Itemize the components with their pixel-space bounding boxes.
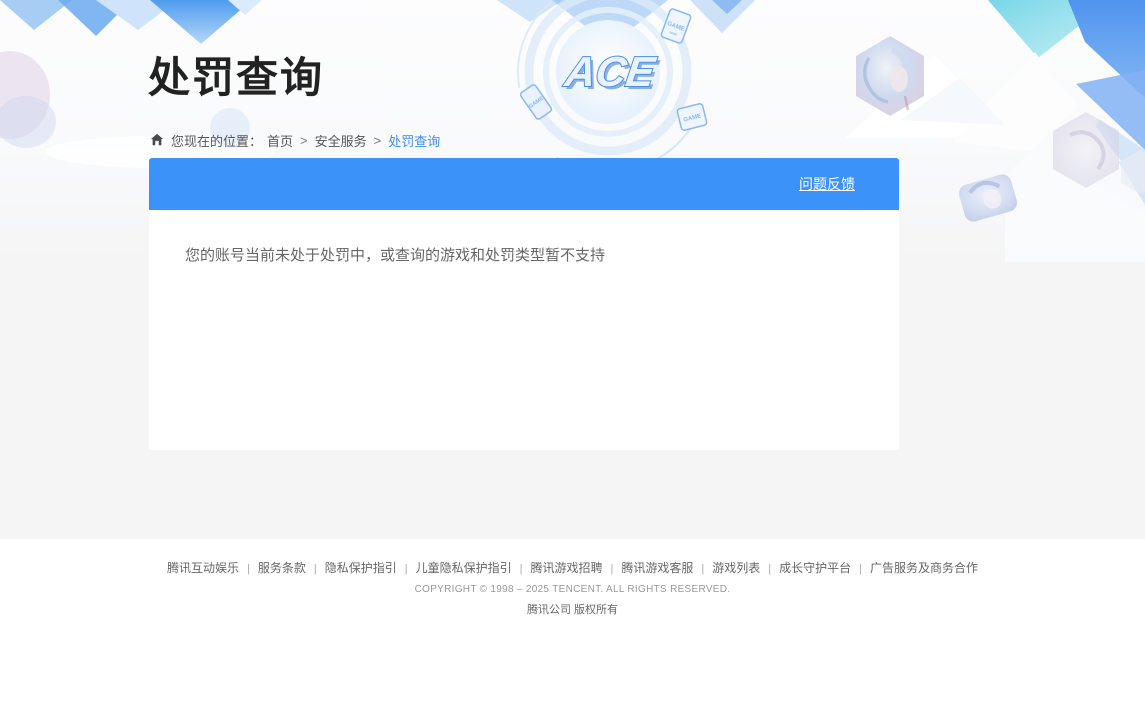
banner-crystals-left — [0, 0, 262, 44]
page: ACE ACE GAME GAME GAME — [0, 0, 1145, 702]
breadcrumb-current-page: 处罚查询 — [388, 131, 440, 150]
footer: 腾讯互动娱乐 | 服务条款 | 隐私保护指引 | 儿童隐私保护指引 | 腾讯游戏招聘 | 腾讯游戏客… — [0, 539, 1145, 702]
footer-separator: | — [314, 563, 317, 575]
footer-link-ads-business[interactable]: 广告服务及商务合作 — [870, 561, 978, 575]
panel-body: 您的账号当前未处于处罚中，或查询的游戏和处罚类型暂不支持 — [149, 210, 899, 450]
footer-separator: | — [768, 563, 771, 575]
punishment-query-panel: 问题反馈 您的账号当前未处于处罚中，或查询的游戏和处罚类型暂不支持 — [149, 158, 899, 450]
footer-link-tencent-games[interactable]: 腾讯互动娱乐 — [167, 561, 239, 575]
footer-links: 腾讯互动娱乐 | 服务条款 | 隐私保护指引 | 儿童隐私保护指引 | 腾讯游戏招聘 | 腾讯游戏客… — [0, 559, 1145, 576]
breadcrumb-security-service-link[interactable]: 安全服务 — [315, 131, 367, 150]
ace-logo-text: ACE — [561, 48, 659, 95]
footer-link-guardian-platform[interactable]: 成长守护平台 — [779, 561, 851, 575]
footer-separator: | — [520, 563, 523, 575]
footer-separator: | — [701, 563, 704, 575]
footer-copyright: COPYRIGHT © 1998 – 2025 TENCENT. ALL RIG… — [0, 584, 1145, 595]
footer-separator: | — [405, 563, 408, 575]
feedback-link[interactable]: 问题反馈 — [799, 174, 855, 194]
footer-link-terms-of-service[interactable]: 服务条款 — [258, 561, 306, 575]
breadcrumb-prefix: 您现在的位置： — [171, 131, 262, 150]
breadcrumb-separator: > — [300, 133, 308, 148]
footer-link-privacy-policy[interactable]: 隐私保护指引 — [325, 561, 397, 575]
footer-link-customer-service[interactable]: 腾讯游戏客服 — [621, 561, 693, 575]
page-title: 处罚查询 — [148, 44, 324, 105]
footer-separator: | — [859, 563, 862, 575]
footer-company: 腾讯公司 版权所有 — [0, 601, 1145, 617]
footer-link-game-list[interactable]: 游戏列表 — [712, 561, 760, 575]
panel-header: 问题反馈 — [149, 158, 899, 210]
footer-link-recruitment[interactable]: 腾讯游戏招聘 — [530, 561, 602, 575]
footer-link-children-privacy[interactable]: 儿童隐私保护指引 — [416, 561, 512, 575]
breadcrumb-home-link[interactable]: 首页 — [267, 131, 293, 150]
breadcrumb: 您现在的位置： 首页 > 安全服务 > 处罚查询 — [150, 132, 440, 148]
query-result-message: 您的账号当前未处于处罚中，或查询的游戏和处罚类型暂不支持 — [185, 244, 869, 265]
footer-separator: | — [247, 563, 250, 575]
home-icon[interactable] — [150, 133, 164, 147]
footer-separator: | — [611, 563, 614, 575]
breadcrumb-separator: > — [374, 133, 382, 148]
